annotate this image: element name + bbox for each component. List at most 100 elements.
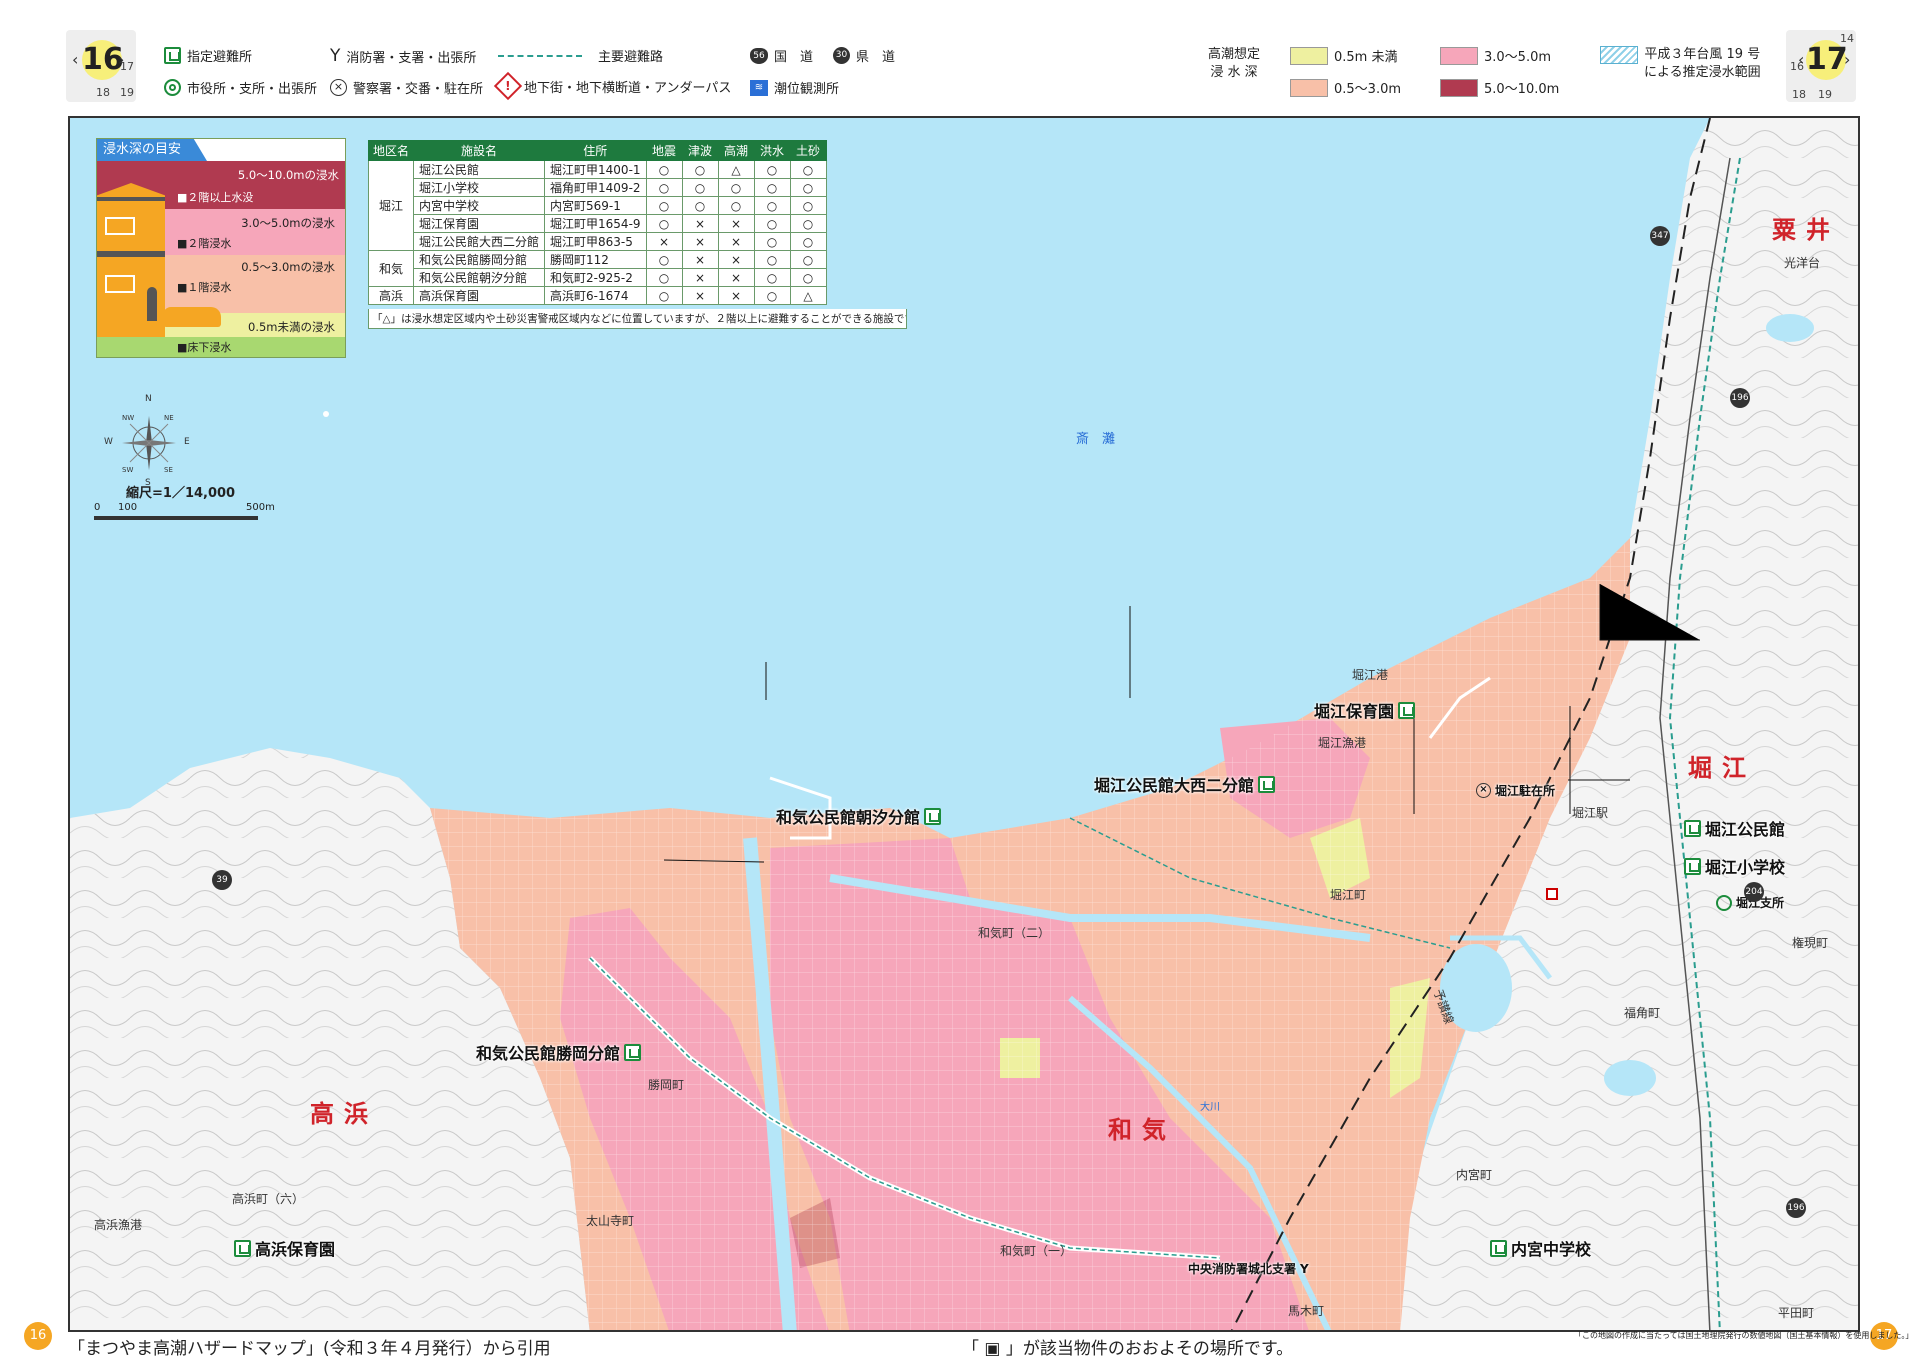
depth-legend-title: 高潮想定浸 水 深 [1208,47,1261,80]
depth-legend-item: 0.5m 未満 [1290,46,1397,65]
table-cell: 和気町2-925-2 [544,268,647,287]
place-label: 太山寺町 [586,1214,635,1228]
table-cell: 堀江公民館 [413,160,546,179]
legend-police: × 警察署・交番・駐在所 [330,78,483,97]
table-row: 堀江小学校 福角町甲1409-2 ○ ○ ○ ○ ○ [369,178,827,197]
legend-shelter: 指定避難所 [164,46,252,65]
table-row: 堀江 堀江公民館 堀江町甲1400-1 ○ ○ △ ○ ○ [367,160,827,251]
table-header: 洪水 [753,140,791,161]
table-cell: 勝岡町112 [544,250,647,269]
property-marker-icon[interactable] [1546,888,1558,900]
left-page-index[interactable]: ‹ 16 › 17 18 19 [66,30,136,102]
depth-legend-item: 3.0～5.0m [1440,46,1551,65]
footer-marker-note: 「 ▣ 」が該当物件のおおよその場所です。 [962,1339,1294,1358]
depth-swatch [1440,46,1478,65]
facility-chuzaisho[interactable]: × 堀江駐在所 [1476,782,1555,799]
table-row: 堀江保育園 堀江町甲1654-9 ○ × × ○ ○ [369,214,827,233]
office-icon [164,79,181,96]
place-label: 内宮町 [1456,1168,1493,1182]
police-icon: × [330,79,347,96]
hazard-map[interactable]: 浸水深の目安 5.0～10.0mの浸水 ■２階以上水没 3.0～5.0mの浸水 … [68,116,1860,1332]
car-icon [163,307,221,327]
district-cell: 高浜 [367,286,415,305]
mark-cell: ○ [645,250,683,269]
area-wake: 和気 [1108,1116,1176,1144]
guide-title: 浸水深の目安 [97,139,207,161]
mark-cell: ○ [645,160,683,179]
typhoon-legend: 平成３年台風 19 号による推定浸水範囲 [1600,46,1761,82]
table-cell: 和気公民館朝汐分館 [413,268,546,287]
route-line-icon [498,54,582,57]
mark-cell: ○ [645,196,683,215]
mark-cell: × [681,286,719,305]
page: ‹ 16 › 17 18 19 16 ‹ 17 › 14 18 19 指定避難所… [0,0,1920,1358]
facility-katsuoka[interactable]: 和気公民館勝岡分館 [476,1040,642,1064]
shelter-icon [924,807,942,825]
place-label: 大川 [1200,1102,1220,1113]
legend-main-route: 主要避難路 [498,46,663,65]
route-shield: 196 [1786,1198,1806,1218]
mark-cell: ○ [753,178,791,197]
mark-cell: ○ [753,214,791,233]
table-header: 地区名 [367,140,415,161]
shelter-icon [1684,857,1701,875]
legend-underpass: ! 地下街・地下横断道・アンダーパス [493,71,731,101]
hatch-swatch [1600,46,1638,64]
mark-cell: △ [789,286,827,305]
compass-icon: N S E W NE NW SE SW [104,394,190,488]
national-road-icon: 56 [750,47,768,64]
facility-asashio[interactable]: 和気公民館朝汐分館 [776,804,942,828]
mark-cell: × [717,232,755,251]
mark-cell: ○ [681,196,719,215]
place-label: 馬木町 [1288,1304,1325,1318]
left-page-number: 16 [82,40,124,80]
footer-page-left: 16 [24,1322,52,1350]
mark-cell: ○ [717,196,755,215]
shelter-icon [164,47,181,64]
depth-legend-item: 5.0～10.0m [1440,78,1559,97]
shelter-icon [1258,775,1276,793]
place-label: 堀江港 [1352,668,1389,682]
pref-road-icon: 30 [833,47,851,64]
table-cell: 和気公民館勝岡分館 [413,250,546,269]
place-label: 和気町（二） [978,926,1051,940]
district-cell: 堀江 [367,160,415,251]
tide-station-icon: ≋ [750,79,768,96]
mark-cell: × [681,250,719,269]
mark-cell: △ [717,160,755,179]
table-row: 内宮中学校 内宮町569-1 ○ ○ ○ ○ ○ [369,196,827,215]
mark-cell: ○ [681,160,719,179]
table-row: 堀江公民館大西二分館 堀江町甲863-5 × × × ○ ○ [369,232,827,251]
table-header: 施設名 [413,140,546,161]
mark-cell: × [681,232,719,251]
table-header: 地震 [645,140,683,161]
office-icon [1716,894,1732,911]
table-cell: 内宮中学校 [413,196,546,215]
right-page-index[interactable]: 16 ‹ 17 › 14 18 19 [1786,30,1856,102]
facility-horie-hoikuen[interactable]: 堀江保育園 [1314,698,1416,722]
shelter-table: 地区名 施設名 住所 地震 津波 高潮 洪水 土砂 堀江 堀江公民館 堀江町甲1400-1 ○ ○ △ ○ ○… [367,140,827,305]
facility-horie-shogakko[interactable]: 堀江小学校 [1684,854,1785,878]
table-cell: 堀江町甲1400-1 [544,160,647,179]
route-shield: 39 [212,870,232,890]
mark-cell: ○ [645,286,683,305]
legend-fire: Y 消防署・支署・出張所 [330,46,477,66]
legend-tide: ≋ 潮位観測所 [750,78,839,97]
place-label: 高浜漁港 [94,1218,143,1232]
table-note: 「△」は浸水想定区域内や土砂災害警戒区域内などに位置していますが、２階以上に避難… [368,309,907,329]
mark-cell: ○ [753,196,791,215]
facility-takahama-hoikuen[interactable]: 高浜保育園 [234,1236,335,1260]
facility-onishi[interactable]: 堀江公民館大西二分館 [1094,772,1276,796]
facility-horie-kominkan[interactable]: 堀江公民館 [1684,816,1785,840]
facility-shobo[interactable]: 中央消防署城北支署 Y [1188,1260,1309,1277]
mark-cell: ○ [753,232,791,251]
place-label: 高浜町（六） [232,1192,305,1206]
mark-cell: × [645,232,683,251]
facility-uchimiya[interactable]: 内宮中学校 [1490,1236,1591,1260]
place-label: 勝岡町 [648,1078,685,1092]
table-row: 高浜 高浜保育園 高浜町6-1674 ○ × × ○ △ [367,286,827,305]
route-shield: 196 [1730,388,1750,408]
place-label: 権現町 [1792,936,1829,950]
table-header: 津波 [681,140,719,161]
mark-cell: ○ [753,250,791,269]
